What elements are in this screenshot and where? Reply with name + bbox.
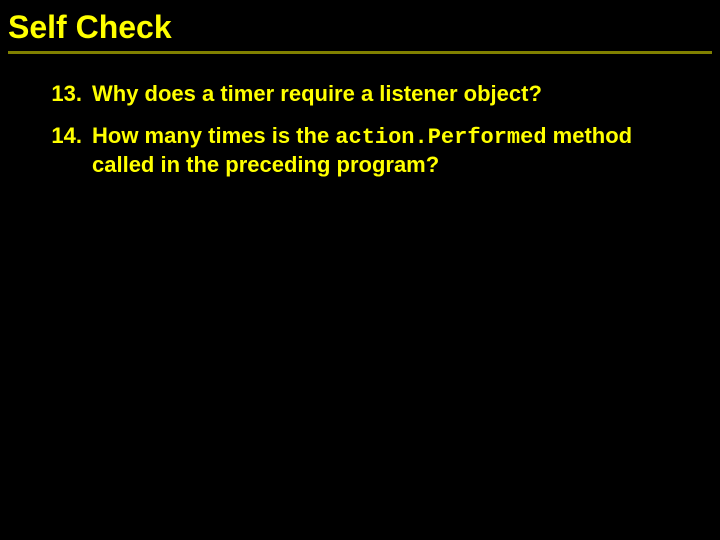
item-code: action.Performed <box>335 125 546 150</box>
item-text: Why does a timer require a listener obje… <box>92 80 712 108</box>
slide-title: Self Check <box>8 10 712 54</box>
list-item: 13. Why does a timer require a listener … <box>46 80 712 108</box>
question-list: 13. Why does a timer require a listener … <box>8 80 712 179</box>
item-text-pre: How many times is the <box>92 123 335 148</box>
item-number: 13. <box>46 80 92 108</box>
item-number: 14. <box>46 122 92 179</box>
list-item: 14. How many times is the action.Perform… <box>46 122 712 179</box>
item-text: How many times is the action.Performed m… <box>92 122 712 179</box>
slide: Self Check 13. Why does a timer require … <box>0 0 720 540</box>
